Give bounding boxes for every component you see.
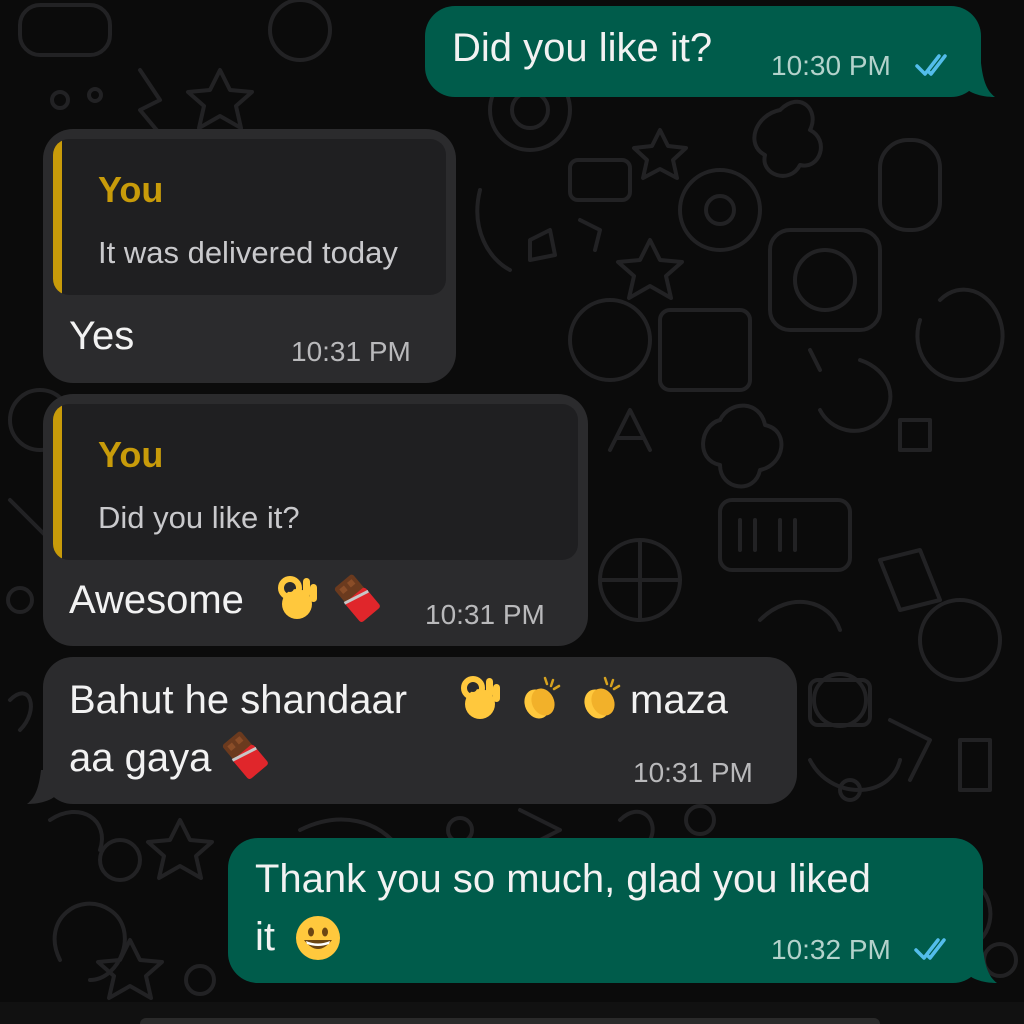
message-text-line-2: aa gaya — [69, 736, 212, 780]
quote-author: You — [98, 169, 164, 210]
read-receipt-icon — [915, 54, 947, 76]
ok-hand-emoji-icon — [461, 676, 500, 719]
quote-accent-bar — [53, 404, 62, 560]
message-outgoing-2[interactable]: Thank you so much, glad you liked it 10:… — [228, 838, 997, 983]
message-incoming-2[interactable]: You Did you like it? Awesome 10:31 PM — [43, 394, 588, 646]
message-incoming-3[interactable]: Bahut he shandaar maza aa gaya 10:31 PM — [27, 657, 797, 804]
quoted-message[interactable]: You It was delivered today — [53, 139, 446, 295]
bubble-tail — [961, 63, 995, 97]
grinning-face-emoji-icon — [296, 916, 340, 960]
message-time: 10:30 PM — [771, 50, 891, 81]
quote-text: It was delivered today — [98, 235, 398, 270]
message-text: Awesome — [69, 578, 244, 622]
message-input-field[interactable] — [140, 1018, 880, 1024]
quote-accent-bar — [53, 139, 62, 295]
message-text-line-2: it — [255, 915, 275, 959]
message-time: 10:32 PM — [771, 934, 891, 965]
quote-author: You — [98, 434, 164, 475]
read-receipt-icon — [914, 938, 946, 960]
message-text: Did you like it? — [452, 26, 713, 70]
message-text-line-1: Thank you so much, glad you liked — [255, 857, 871, 901]
chocolate-bar-emoji-icon — [222, 731, 268, 779]
message-outgoing-1[interactable]: Did you like it? 10:30 PM — [425, 6, 995, 97]
chat-window: Did you like it? 10:30 PM You It was del… — [0, 0, 1024, 1024]
quote-text: Did you like it? — [98, 500, 300, 535]
message-text-line-1-end: maza — [630, 678, 728, 722]
message-time: 10:31 PM — [425, 599, 545, 630]
clapping-hands-emoji-icon — [524, 676, 561, 719]
ok-hand-emoji-icon — [278, 576, 317, 619]
message-time: 10:31 PM — [633, 757, 753, 788]
message-time: 10:31 PM — [291, 336, 411, 367]
chocolate-bar-emoji-icon — [334, 574, 380, 622]
quoted-message[interactable]: You Did you like it? — [53, 404, 578, 560]
bubble-tail — [27, 770, 61, 804]
clapping-hands-emoji-icon — [584, 676, 621, 719]
message-text: Yes — [69, 314, 135, 358]
message-text-line-1: Bahut he shandaar — [69, 678, 408, 722]
bubble-tail — [963, 949, 997, 983]
message-incoming-1[interactable]: You It was delivered today Yes 10:31 PM — [43, 129, 456, 383]
